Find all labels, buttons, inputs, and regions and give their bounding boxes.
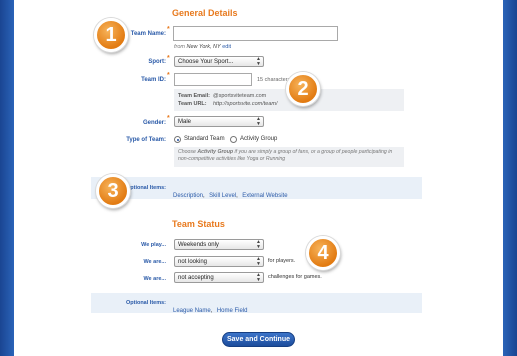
edit-location-link[interactable]: edit — [222, 44, 231, 50]
step-badge-2: 2 — [286, 72, 320, 106]
location-text: New York, NY — [186, 44, 221, 50]
form-panel: General Details 1 Team Name: * from New … — [14, 0, 503, 356]
required-marker: * — [167, 72, 170, 79]
team-status-title: Team Status — [172, 219, 225, 229]
we-are-label-players: We are... — [143, 259, 166, 265]
note-text: Choose — [178, 149, 198, 155]
sport-label: Sport: — [148, 59, 166, 65]
description-link[interactable]: Description — [173, 193, 203, 199]
skill-level-link[interactable]: Skill Level — [209, 193, 236, 199]
required-marker: * — [167, 115, 170, 122]
we-play-select[interactable]: Weekends only ▲ ▼ — [174, 239, 264, 250]
frame-left — [0, 0, 14, 356]
step-badge-3: 3 — [96, 174, 130, 208]
frame-right — [503, 0, 517, 356]
looking-select-value: not looking — [178, 259, 208, 265]
team-id-label: Team ID: — [141, 77, 166, 83]
team-url-label: Team URL: — [178, 101, 207, 107]
home-field-link[interactable]: Home Field — [217, 308, 248, 314]
gender-label: Gender: — [142, 120, 166, 126]
for-players-text: for players. — [268, 258, 296, 264]
separator: , — [203, 193, 205, 199]
team-email-value: @sportsviteteam.com — [213, 93, 267, 99]
we-play-label: We play... — [141, 242, 166, 248]
select-arrows-icon: ▲ ▼ — [256, 116, 261, 127]
team-id-input[interactable] — [174, 73, 252, 86]
activity-group-note: Choose Activity Group if you are simply … — [178, 149, 400, 163]
team-name-input[interactable] — [173, 26, 338, 41]
optional-items-label: Optional Items: — [125, 300, 166, 306]
sport-select-value: Choose Your Sport... — [178, 59, 234, 65]
optional-items-links: League Name, Home Field — [173, 299, 248, 317]
accepting-challenges-select[interactable]: not accepting ▲ ▼ — [174, 272, 264, 283]
gender-select-value: Male — [178, 119, 192, 125]
standard-team-label: Standard Team — [184, 136, 225, 142]
step-badge-4: 4 — [306, 236, 340, 270]
type-of-team-label: Type of Team: — [126, 137, 166, 143]
select-arrows-icon: ▲ ▼ — [256, 272, 261, 283]
league-name-link[interactable]: League Name — [173, 308, 211, 314]
from-prefix: from — [174, 44, 185, 50]
team-email-label: Team Email: — [178, 93, 210, 99]
select-arrows-icon: ▲ ▼ — [256, 56, 261, 67]
challenges-text: challenges for games. — [268, 274, 322, 280]
activity-group-radio[interactable] — [230, 136, 237, 143]
accepting-select-value: not accepting — [178, 275, 214, 281]
external-website-link[interactable]: External Website — [242, 193, 287, 199]
gender-select[interactable]: Male ▲ ▼ — [174, 116, 264, 127]
we-play-select-value: Weekends only — [178, 242, 219, 248]
separator: , — [210, 308, 213, 314]
team-url-value: http://sportsvite.com/team/ — [213, 101, 278, 107]
sport-select[interactable]: Choose Your Sport... ▲ ▼ — [174, 56, 264, 67]
standard-team-radio[interactable] — [174, 136, 181, 143]
select-arrows-icon: ▲ ▼ — [256, 239, 261, 250]
location-line: from New York, NY edit — [174, 44, 231, 50]
separator: , — [236, 193, 238, 199]
note-strong: Activity Group — [197, 149, 234, 155]
looking-for-players-select[interactable]: not looking ▲ ▼ — [174, 256, 264, 267]
required-marker: * — [167, 55, 170, 62]
activity-group-label: Activity Group — [240, 136, 278, 142]
save-and-continue-button[interactable]: Save and Continue — [222, 332, 295, 347]
team-name-label: Team Name: — [130, 31, 166, 37]
select-arrows-icon: ▲ ▼ — [256, 256, 261, 267]
general-details-title: General Details — [172, 8, 238, 18]
required-marker: * — [167, 26, 170, 33]
optional-items-links: Description, Skill Level, External Websi… — [173, 184, 288, 202]
we-are-label-challenges: We are... — [143, 276, 166, 282]
